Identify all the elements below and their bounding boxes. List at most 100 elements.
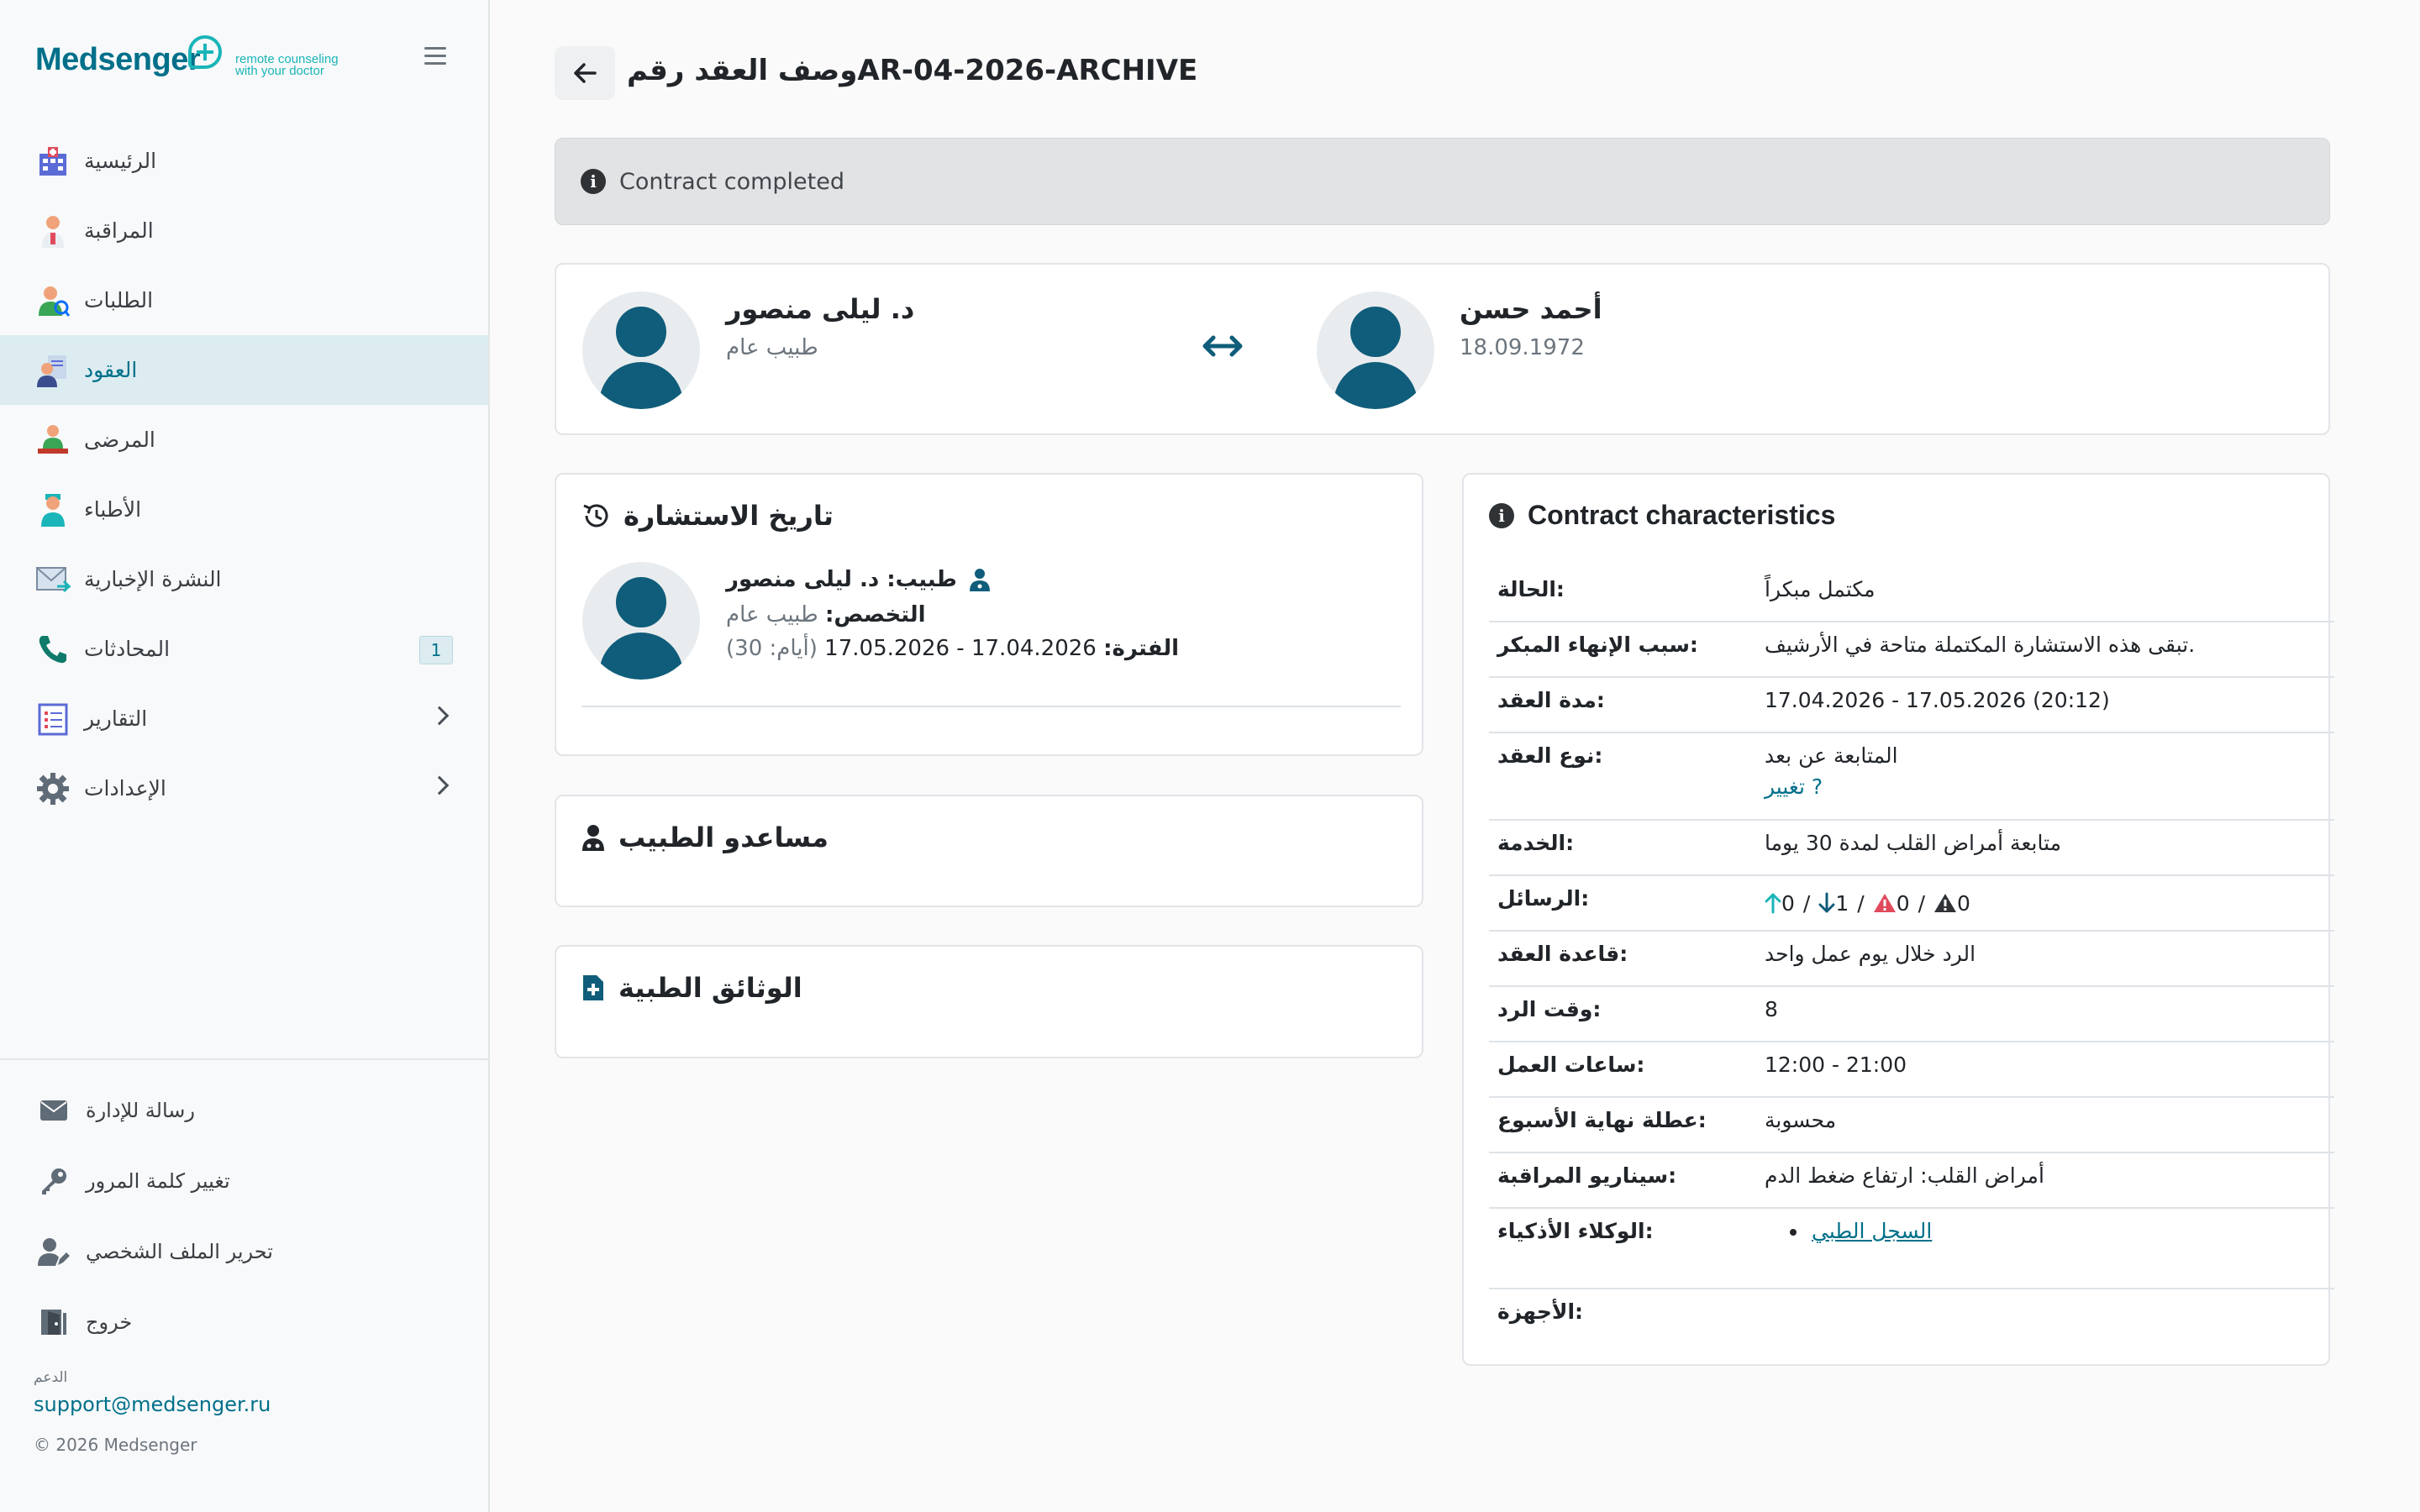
chats-count-badge: 1 — [419, 636, 453, 664]
history-clock-icon — [581, 501, 610, 530]
consultation-history-card: تاريخ الاستشارة طبيب: د. ليلى منصور التخ… — [555, 473, 1423, 756]
sidebar-item-label: الطلبات — [84, 288, 154, 312]
sidebar: Medsenger remote counseling with your do… — [0, 0, 490, 1512]
support-label: الدعم — [34, 1369, 68, 1386]
medical-documents-card: الوثائق الطبية — [555, 945, 1423, 1058]
logo-tagline: remote counseling with your doctor — [235, 52, 339, 78]
row-contract-type: نوع العقد: المتابعة عن بعد تغيير ? — [1489, 733, 2334, 821]
back-button[interactable] — [555, 46, 615, 100]
medical-record-agent-link[interactable]: السجل الطبي — [1812, 1219, 1932, 1243]
message-admin-link[interactable]: رسالة للإدارة — [0, 1075, 488, 1146]
history-specialization: التخصص: طبيب عام — [726, 602, 926, 627]
logo-plus-icon — [188, 35, 222, 69]
logout-link[interactable]: خروج — [0, 1287, 488, 1357]
row-weekend: عطلة نهاية الأسبوع: محسوبة — [1489, 1098, 2334, 1153]
sidebar-item-newsletter[interactable]: النشرة الإخبارية — [0, 544, 488, 614]
row-contract-duration: مدة العقد: 17.04.2026 - 17.05.2026 (20:1… — [1489, 678, 2334, 733]
gear-icon — [35, 771, 71, 806]
sidebar-item-patients[interactable]: المرضى — [0, 405, 488, 475]
sidebar-item-home[interactable]: الرئيسية — [0, 126, 488, 196]
reports-icon — [35, 701, 71, 737]
support-email-link[interactable]: support@medsenger.ru — [34, 1393, 271, 1416]
separator: / — [1802, 890, 1811, 916]
sidebar-item-label: الإعدادات — [84, 776, 166, 801]
row-response-time: وقت الرد: 8 — [1489, 987, 2334, 1042]
patient-dob: 18.09.1972 — [1460, 335, 1585, 360]
doctor-avatar[interactable] — [582, 291, 700, 409]
row-termination-reason: سبب الإنهاء المبكر: تبقى هذه الاستشارة ا… — [1489, 622, 2334, 678]
logout-label: خروج — [86, 1310, 133, 1334]
warning-triangle-red-icon — [1873, 894, 1896, 912]
patient-name[interactable]: أحمد حسن — [1460, 293, 1602, 325]
sidebar-item-contracts[interactable]: العقود — [0, 335, 488, 405]
row-monitoring-scenario: سيناريو المراقبة: أمراض القلب: ارتفاع ضغ… — [1489, 1153, 2334, 1209]
envelope-icon — [37, 1094, 71, 1127]
sidebar-item-settings[interactable]: الإعدادات — [0, 753, 488, 823]
key-icon — [37, 1164, 71, 1198]
row-smart-agents: الوكلاء الأذكياء: السجل الطبي — [1489, 1209, 2334, 1289]
history-doctor-line[interactable]: طبيب: د. ليلى منصور — [726, 567, 991, 592]
bullet — [1790, 1229, 1797, 1236]
arrow-down-icon — [1818, 892, 1835, 913]
history-divider — [581, 706, 1401, 707]
doctor-name[interactable]: د. ليلى منصور — [726, 293, 914, 325]
info-icon: i — [581, 169, 606, 194]
characteristics-title: i Contract characteristics — [1489, 500, 1835, 531]
sidebar-item-label: العقود — [84, 358, 138, 382]
chevron-right-icon[interactable] — [429, 775, 450, 795]
alert-text: Contract completed — [619, 168, 844, 195]
sidebar-item-label: المرضى — [84, 428, 155, 452]
arrow-left-icon — [574, 63, 597, 83]
newsletter-icon — [35, 562, 71, 597]
medsenger-logo[interactable]: Medsenger remote counseling with your do… — [35, 34, 371, 84]
row-status: الحالة: مكتمل مبكراً — [1489, 567, 2334, 622]
sidebar-item-chats[interactable]: المحادثات 1 — [0, 614, 488, 684]
history-doctor-avatar[interactable] — [582, 562, 700, 680]
row-devices: الأجهزة: — [1497, 1299, 1584, 1324]
documents-title: الوثائق الطبية — [581, 972, 802, 1004]
copyright: © 2026 Medsenger — [34, 1435, 197, 1455]
hamburger-menu-icon[interactable] — [424, 47, 446, 66]
exit-door-icon — [37, 1305, 71, 1339]
row-working-hours: ساعات العمل: 12:00 - 21:00 — [1489, 1042, 2334, 1098]
history-title: تاريخ الاستشارة — [581, 500, 834, 532]
doctor-role: طبيب عام — [726, 335, 818, 360]
info-icon: i — [1489, 502, 1514, 528]
hospital-icon — [35, 144, 71, 179]
sidebar-item-monitoring[interactable]: المراقبة — [0, 196, 488, 265]
user-edit-icon — [37, 1235, 71, 1268]
chevron-right-icon[interactable] — [429, 706, 450, 726]
doctor-monitor-icon — [35, 213, 71, 249]
assistant-user-icon — [581, 824, 605, 851]
patient-avatar[interactable] — [1317, 291, 1434, 409]
contracts-icon — [35, 353, 71, 388]
row-contract-rule: قاعدة العقد: الرد خلال يوم عمل واحد — [1489, 932, 2334, 987]
sidebar-item-reports[interactable]: التقارير — [0, 684, 488, 753]
change-password-label: تغيير كلمة المرور — [86, 1169, 230, 1193]
row-messages: الرسائل: 0 / 1 / 0 / 0 — [1489, 876, 2334, 932]
change-type-link[interactable]: تغيير ? — [1765, 774, 1823, 799]
warning-messages: 0 — [1873, 891, 1910, 916]
row-service: الخدمة: متابعة أمراض القلب لمدة 30 يوما — [1489, 821, 2334, 876]
sidebar-item-label: الرئيسية — [84, 149, 157, 173]
characteristics-table: الحالة: مكتمل مبكراً سبب الإنهاء المبكر:… — [1489, 567, 2334, 1345]
sidebar-item-label: النشرة الإخبارية — [84, 567, 222, 591]
sidebar-item-requests[interactable]: الطلبات — [0, 265, 488, 335]
sidebar-item-label: المراقبة — [84, 218, 154, 243]
edit-profile-link[interactable]: تحرير الملف الشخصي — [0, 1216, 488, 1287]
edit-profile-label: تحرير الملف الشخصي — [86, 1240, 273, 1263]
contract-parties-card: د. ليلى منصور طبيب عام أحمد حسن 18.09.19… — [555, 263, 2330, 435]
contract-type-value: المتابعة عن بعد — [1765, 743, 1898, 768]
patients-icon — [35, 423, 71, 458]
sidebar-item-doctors[interactable]: الأطباء — [0, 475, 488, 544]
contract-characteristics-card: i Contract characteristics الحالة: مكتمل… — [1462, 473, 2334, 1366]
medical-file-icon — [581, 974, 605, 1002]
doctors-icon — [35, 492, 71, 528]
separator: / — [1857, 890, 1865, 916]
message-admin-label: رسالة للإدارة — [86, 1099, 195, 1122]
sidebar-item-label: المحادثات — [84, 637, 171, 661]
doctor-assistants-card: مساعدو الطبيب — [555, 795, 1423, 907]
change-password-link[interactable]: تغيير كلمة المرور — [0, 1146, 488, 1216]
warning-triangle-dark-icon — [1934, 894, 1957, 912]
logo-wordmark: Medsenger — [35, 42, 201, 77]
